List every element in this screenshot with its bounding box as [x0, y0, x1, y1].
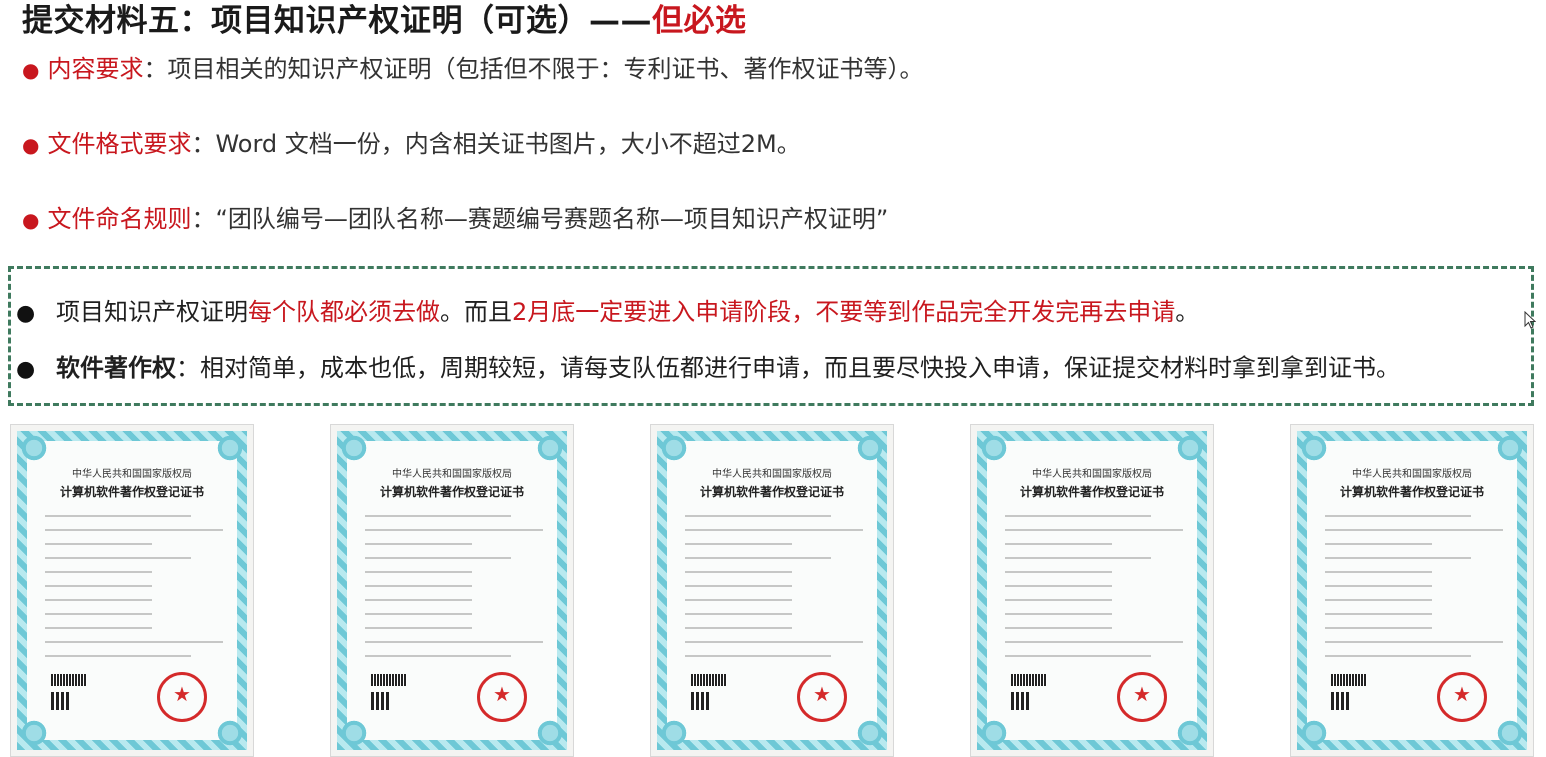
ornament-icon: [851, 714, 889, 752]
bullet-dot-icon: ●: [22, 133, 40, 157]
certificate-body: [1005, 515, 1183, 669]
ornament-icon: [975, 429, 1013, 467]
ornament-icon: [211, 714, 249, 752]
certificate-image: 中华人民共和国国家版权局 计算机软件著作权登记证书 ★: [970, 424, 1214, 757]
page-title: 提交材料五：项目知识产权证明（可选）——但必选: [22, 0, 747, 42]
certificate-org: 中华人民共和国国家版权局: [392, 469, 512, 480]
barcode-icon: [371, 674, 407, 686]
page-title-main: 提交材料五：项目知识产权证明（可选）——: [22, 3, 652, 39]
certificate-body: [685, 515, 863, 669]
barcode-icon: [1011, 674, 1047, 686]
barcode-icon: [691, 674, 727, 686]
ornament-icon: [655, 429, 693, 467]
note-emphasis: 2月底一定要进入申请阶段，不要等到作品完全开发完再去申请: [512, 298, 1176, 326]
note-ip-proof: ● 项目知识产权证明每个队都必须去做。而且2月底一定要进入申请阶段，不要等到作品完…: [16, 295, 1199, 331]
official-seal-icon: ★: [157, 672, 207, 722]
requirement-label: 文件命名规则: [47, 205, 192, 233]
requirement-text: 项目相关的知识产权证明（包括但不限于：专利证书、著作权证书等）。: [167, 55, 924, 83]
ornament-icon: [1295, 429, 1333, 467]
certificate-title: 计算机软件著作权登记证书: [1019, 485, 1164, 499]
barcode-icon: [1331, 674, 1367, 686]
ornament-icon: [1491, 714, 1529, 752]
ornament-icon: [15, 714, 53, 752]
note-text: 。: [1175, 298, 1200, 326]
certificate-org: 中华人民共和国国家版权局: [1032, 469, 1152, 480]
certificate-org: 中华人民共和国国家版权局: [72, 469, 192, 480]
mouse-cursor-icon: [1524, 311, 1536, 329]
certificate-body: [365, 515, 543, 669]
qr-code-icon: [371, 692, 389, 710]
qr-code-icon: [1331, 692, 1349, 710]
requirement-sep: ：: [191, 130, 216, 158]
qr-code-icon: [691, 692, 709, 710]
ornament-icon: [531, 714, 569, 752]
bullet-dot-icon: ●: [22, 58, 40, 82]
ornament-icon: [1171, 429, 1209, 467]
ornament-icon: [655, 714, 693, 752]
official-seal-icon: ★: [1437, 672, 1487, 722]
official-seal-icon: ★: [797, 672, 847, 722]
ornament-icon: [15, 429, 53, 467]
note-emphasis: 每个队都必须去做: [248, 298, 440, 326]
requirement-text: Word 文档一份，内含相关证书图片，大小不超过2M。: [215, 130, 801, 158]
certificate-body: [45, 515, 223, 669]
bullet-dot-icon: ●: [22, 208, 40, 232]
certificate-image: 中华人民共和国国家版权局 计算机软件著作权登记证书 ★: [10, 424, 254, 757]
requirement-content: ● 内容要求：项目相关的知识产权证明（包括但不限于：专利证书、著作权证书等）。: [22, 52, 923, 87]
certificate-org: 中华人民共和国国家版权局: [1352, 469, 1472, 480]
ornament-icon: [335, 714, 373, 752]
certificate-body: [1325, 515, 1503, 669]
requirement-naming: ● 文件命名规则：“团队编号—团队名称—赛题编号赛题名称—项目知识产权证明”: [22, 202, 888, 237]
official-seal-icon: ★: [477, 672, 527, 722]
note-text: 项目知识产权证明: [56, 298, 248, 326]
certificate-title: 计算机软件著作权登记证书: [1339, 485, 1484, 499]
barcode-icon: [51, 674, 87, 686]
note-text: ：相对简单，成本也低，周期较短，请每支队伍都进行申请，而且要尽快投入申请，保证提…: [176, 354, 1400, 382]
requirement-label: 文件格式要求: [47, 130, 192, 158]
certificate-title: 计算机软件著作权登记证书: [379, 485, 524, 499]
ornament-icon: [335, 429, 373, 467]
note-text: 。而且: [440, 298, 512, 326]
requirement-sep: ：: [143, 55, 168, 83]
certificate-title: 计算机软件著作权登记证书: [59, 485, 204, 499]
note-term: 软件著作权: [56, 354, 176, 382]
bullet-dot-icon: ●: [16, 357, 36, 382]
requirement-sep: ：: [191, 205, 216, 233]
qr-code-icon: [51, 692, 69, 710]
ornament-icon: [531, 429, 569, 467]
ornament-icon: [1171, 714, 1209, 752]
page-title-accent: 但必选: [652, 3, 747, 39]
ornament-icon: [975, 714, 1013, 752]
requirement-text: “团队编号—团队名称—赛题编号赛题名称—项目知识产权证明”: [215, 205, 889, 233]
ornament-icon: [1295, 714, 1333, 752]
bullet-dot-icon: ●: [16, 301, 36, 326]
requirement-label: 内容要求: [47, 55, 144, 83]
certificate-image: 中华人民共和国国家版权局 计算机软件著作权登记证书 ★: [1290, 424, 1534, 757]
note-software-copyright: ● 软件著作权：相对简单，成本也低，周期较短，请每支队伍都进行申请，而且要尽快投入…: [16, 351, 1400, 387]
certificate-image: 中华人民共和国国家版权局 计算机软件著作权登记证书 ★: [650, 424, 894, 757]
requirement-format: ● 文件格式要求：Word 文档一份，内含相关证书图片，大小不超过2M。: [22, 127, 801, 162]
ornament-icon: [1491, 429, 1529, 467]
qr-code-icon: [1011, 692, 1029, 710]
ornament-icon: [211, 429, 249, 467]
certificate-title: 计算机软件著作权登记证书: [699, 485, 844, 499]
certificate-image: 中华人民共和国国家版权局 计算机软件著作权登记证书 ★: [330, 424, 574, 757]
certificate-org: 中华人民共和国国家版权局: [712, 469, 832, 480]
ornament-icon: [851, 429, 889, 467]
official-seal-icon: ★: [1117, 672, 1167, 722]
